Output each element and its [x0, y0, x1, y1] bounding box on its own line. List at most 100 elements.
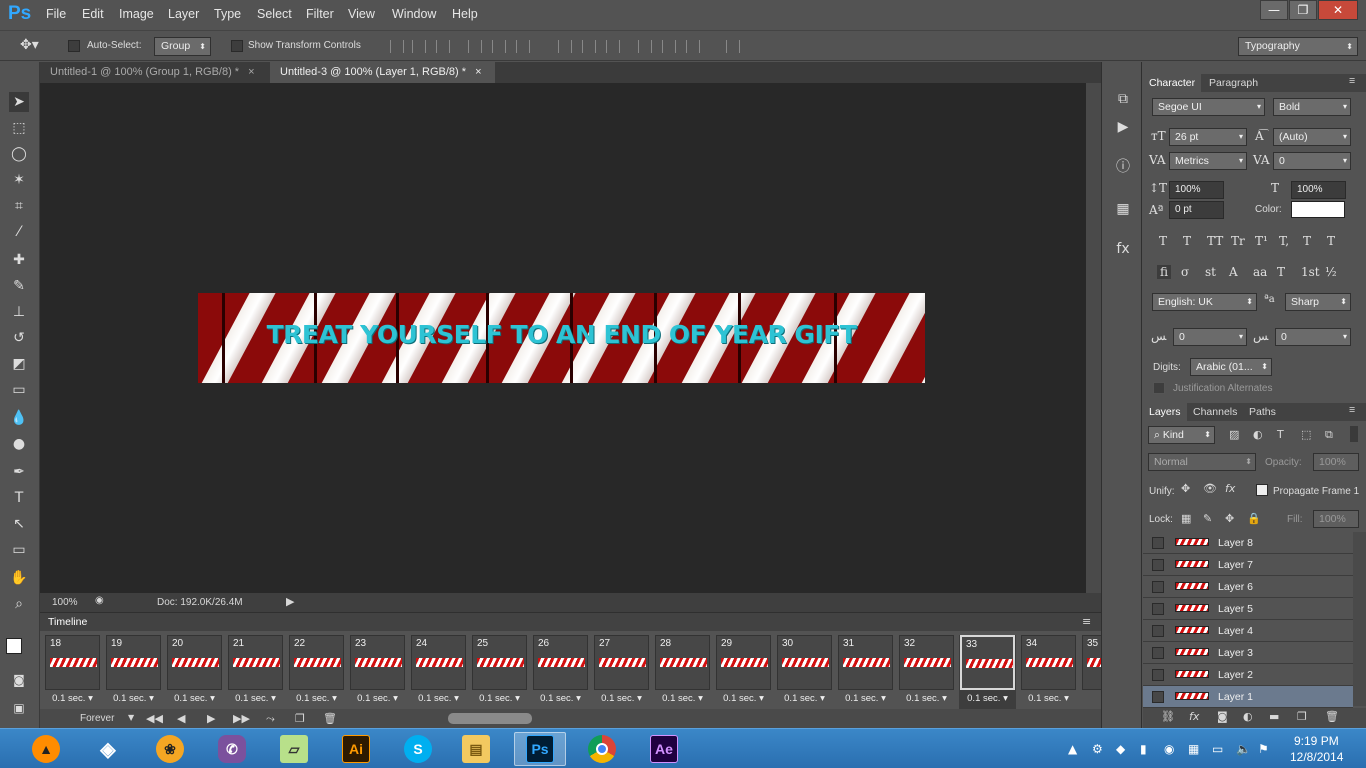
language-dropdown[interactable]: English: UK ⬍	[1152, 293, 1257, 311]
frame-delay[interactable]: 0.1 sec. ▾	[471, 693, 528, 704]
tab-untitled-3[interactable]: Untitled-3 @ 100% (Layer 1, RGB/8) * ×	[270, 62, 495, 83]
frame-box[interactable]: 24	[411, 635, 466, 690]
menu-file[interactable]: File	[46, 7, 66, 21]
next-frame-icon[interactable]: ▶▶	[233, 712, 250, 725]
frame-box[interactable]: 23	[350, 635, 405, 690]
type-style-icon[interactable]: TT	[1207, 234, 1223, 248]
frame-delay[interactable]: 0.1 sec. ▾	[898, 693, 955, 704]
frame-delay[interactable]: 0.1 sec. ▾	[776, 693, 833, 704]
pixel-filter-icon[interactable]: ▨	[1229, 428, 1239, 441]
align-vcenter-icon[interactable]	[412, 40, 426, 53]
visibility-toggle[interactable]	[1152, 581, 1164, 593]
opentype-feature-icon[interactable]: A	[1229, 265, 1238, 279]
kerning-dropdown[interactable]: Metrics ▾	[1169, 152, 1247, 170]
distribute-left-icon[interactable]	[638, 40, 652, 53]
layer-style-icon[interactable]: fx	[1189, 710, 1199, 723]
hand-tool-icon[interactable]: ✋	[9, 568, 29, 588]
styles-panel-icon[interactable]: fx	[1114, 240, 1132, 258]
magic-wand-icon[interactable]: ✶	[9, 170, 29, 190]
show-transform-checkbox[interactable]	[231, 40, 243, 52]
frame-box[interactable]: 22	[289, 635, 344, 690]
antialias-dropdown[interactable]: Sharp ⬍	[1285, 293, 1351, 311]
distribute-right-icon[interactable]	[686, 40, 700, 53]
taskbar-explorer[interactable]: ▤	[450, 732, 502, 766]
animation-frame[interactable]: 28 0.1 sec. ▾	[654, 635, 711, 709]
lock-pixels-icon[interactable]: ✎	[1203, 512, 1212, 525]
frame-delay[interactable]: 0.1 sec. ▾	[654, 693, 711, 704]
menu-image[interactable]: Image	[119, 7, 154, 21]
frame-box[interactable]: 28	[655, 635, 710, 690]
brush-tool-icon[interactable]: ✎	[9, 276, 29, 296]
type-tool-icon[interactable]: T	[9, 488, 29, 508]
font-size-field[interactable]: 26 pt ▾	[1169, 128, 1247, 146]
restore-button[interactable]: ❐	[1289, 0, 1317, 20]
status-info-icon[interactable]: ◉	[95, 595, 104, 606]
baseline-shift-field[interactable]: 0 pt	[1169, 201, 1224, 219]
animation-frame[interactable]: 21 0.1 sec. ▾	[227, 635, 284, 709]
tray-app-icon-4[interactable]: ◉	[1164, 742, 1174, 756]
tray-expand-icon[interactable]: ▲	[1068, 742, 1077, 756]
frame-box[interactable]: 32	[899, 635, 954, 690]
leading-field[interactable]: (Auto) ▾	[1273, 128, 1351, 146]
frame-box[interactable]: 21	[228, 635, 283, 690]
frame-delay[interactable]: 0.1 sec. ▾	[532, 693, 589, 704]
canvas-scrollbar[interactable]	[1086, 83, 1101, 593]
volume-icon[interactable]: 🔈	[1236, 742, 1251, 756]
smart-object-filter-icon[interactable]: ⧉	[1325, 428, 1333, 442]
layer-row[interactable]: Layer 4	[1143, 620, 1353, 642]
frame-box[interactable]: 29	[716, 635, 771, 690]
type-style-icon[interactable]: T¹	[1255, 234, 1268, 248]
first-frame-icon[interactable]: ◀◀	[146, 712, 163, 725]
animation-frame[interactable]: 25 0.1 sec. ▾	[471, 635, 528, 709]
blend-mode-dropdown[interactable]: Normal ⬍	[1148, 453, 1256, 471]
taskbar-skype[interactable]: S	[392, 732, 444, 766]
animation-frame[interactable]: 31 0.1 sec. ▾	[837, 635, 894, 709]
shape-filter-icon[interactable]: ⬚	[1301, 428, 1311, 441]
path-select-icon[interactable]: ↖	[9, 514, 29, 534]
lock-position-icon[interactable]: ✥	[1225, 512, 1234, 525]
loop-dropdown[interactable]: Forever	[80, 713, 114, 724]
visibility-toggle[interactable]	[1152, 537, 1164, 549]
eyedropper-icon[interactable]: ⁄	[9, 222, 29, 242]
align-hcenter-icon[interactable]	[492, 40, 506, 53]
delete-frame-icon[interactable]: 🗑	[323, 712, 337, 725]
frame-delay[interactable]: 0.1 sec. ▾	[288, 693, 345, 704]
zoom-tool-icon[interactable]: ⌕	[9, 594, 29, 614]
marquee-tool-icon[interactable]: ⬚	[9, 118, 29, 138]
tray-app-icon-2[interactable]: ◆	[1116, 742, 1125, 756]
animation-frame[interactable]: 19 0.1 sec. ▾	[105, 635, 162, 709]
zoom-level[interactable]: 100%	[52, 597, 78, 608]
actions-panel-icon[interactable]: ▶	[1114, 118, 1132, 136]
distribute-hcenter-icon[interactable]	[662, 40, 676, 53]
tab-layers[interactable]: Layers	[1143, 403, 1187, 421]
visibility-toggle[interactable]	[1152, 603, 1164, 615]
frame-delay[interactable]: 0.1 sec. ▾	[837, 693, 894, 704]
layer-filter-dropdown[interactable]: ⌕ Kind ⬍	[1148, 426, 1215, 444]
menu-select[interactable]: Select	[257, 7, 292, 21]
history-brush-icon[interactable]: ↺	[9, 328, 29, 348]
align-bottom-icon[interactable]	[436, 40, 450, 53]
new-layer-icon[interactable]: ❐	[1297, 710, 1307, 723]
layer-row[interactable]: Layer 7	[1143, 554, 1353, 576]
filter-toggle[interactable]	[1350, 426, 1358, 442]
taskbar-chrome[interactable]	[576, 732, 628, 766]
layer-mask-icon[interactable]: ◙	[1217, 710, 1228, 723]
animation-frame[interactable]: 34 0.1 sec. ▾	[1020, 635, 1077, 709]
crop-tool-icon[interactable]: ⌗	[9, 196, 29, 216]
animation-frame[interactable]: 30 0.1 sec. ▾	[776, 635, 833, 709]
opentype-feature-icon[interactable]: T	[1277, 265, 1285, 279]
unify-style-icon[interactable]: fx	[1225, 482, 1235, 495]
layers-scrollbar[interactable]	[1353, 532, 1366, 706]
justification-checkbox[interactable]	[1153, 382, 1165, 394]
properties-panel-icon[interactable]: ▦	[1114, 200, 1132, 218]
healing-brush-icon[interactable]: ✚	[9, 250, 29, 270]
panel-menu-icon[interactable]: ≡	[1082, 615, 1091, 628]
visibility-toggle[interactable]	[1152, 647, 1164, 659]
taskbar-after-effects[interactable]: Ae	[638, 732, 690, 766]
taskbar-photoshop[interactable]: Ps	[514, 732, 566, 766]
font-family-dropdown[interactable]: Segoe UI ▾	[1152, 98, 1265, 116]
move-tool-icon[interactable]: ➤	[9, 92, 29, 112]
taskbar-notes[interactable]: ▱	[268, 732, 320, 766]
type-style-icon[interactable]: Tr	[1231, 234, 1245, 248]
animation-frame[interactable]: 24 0.1 sec. ▾	[410, 635, 467, 709]
